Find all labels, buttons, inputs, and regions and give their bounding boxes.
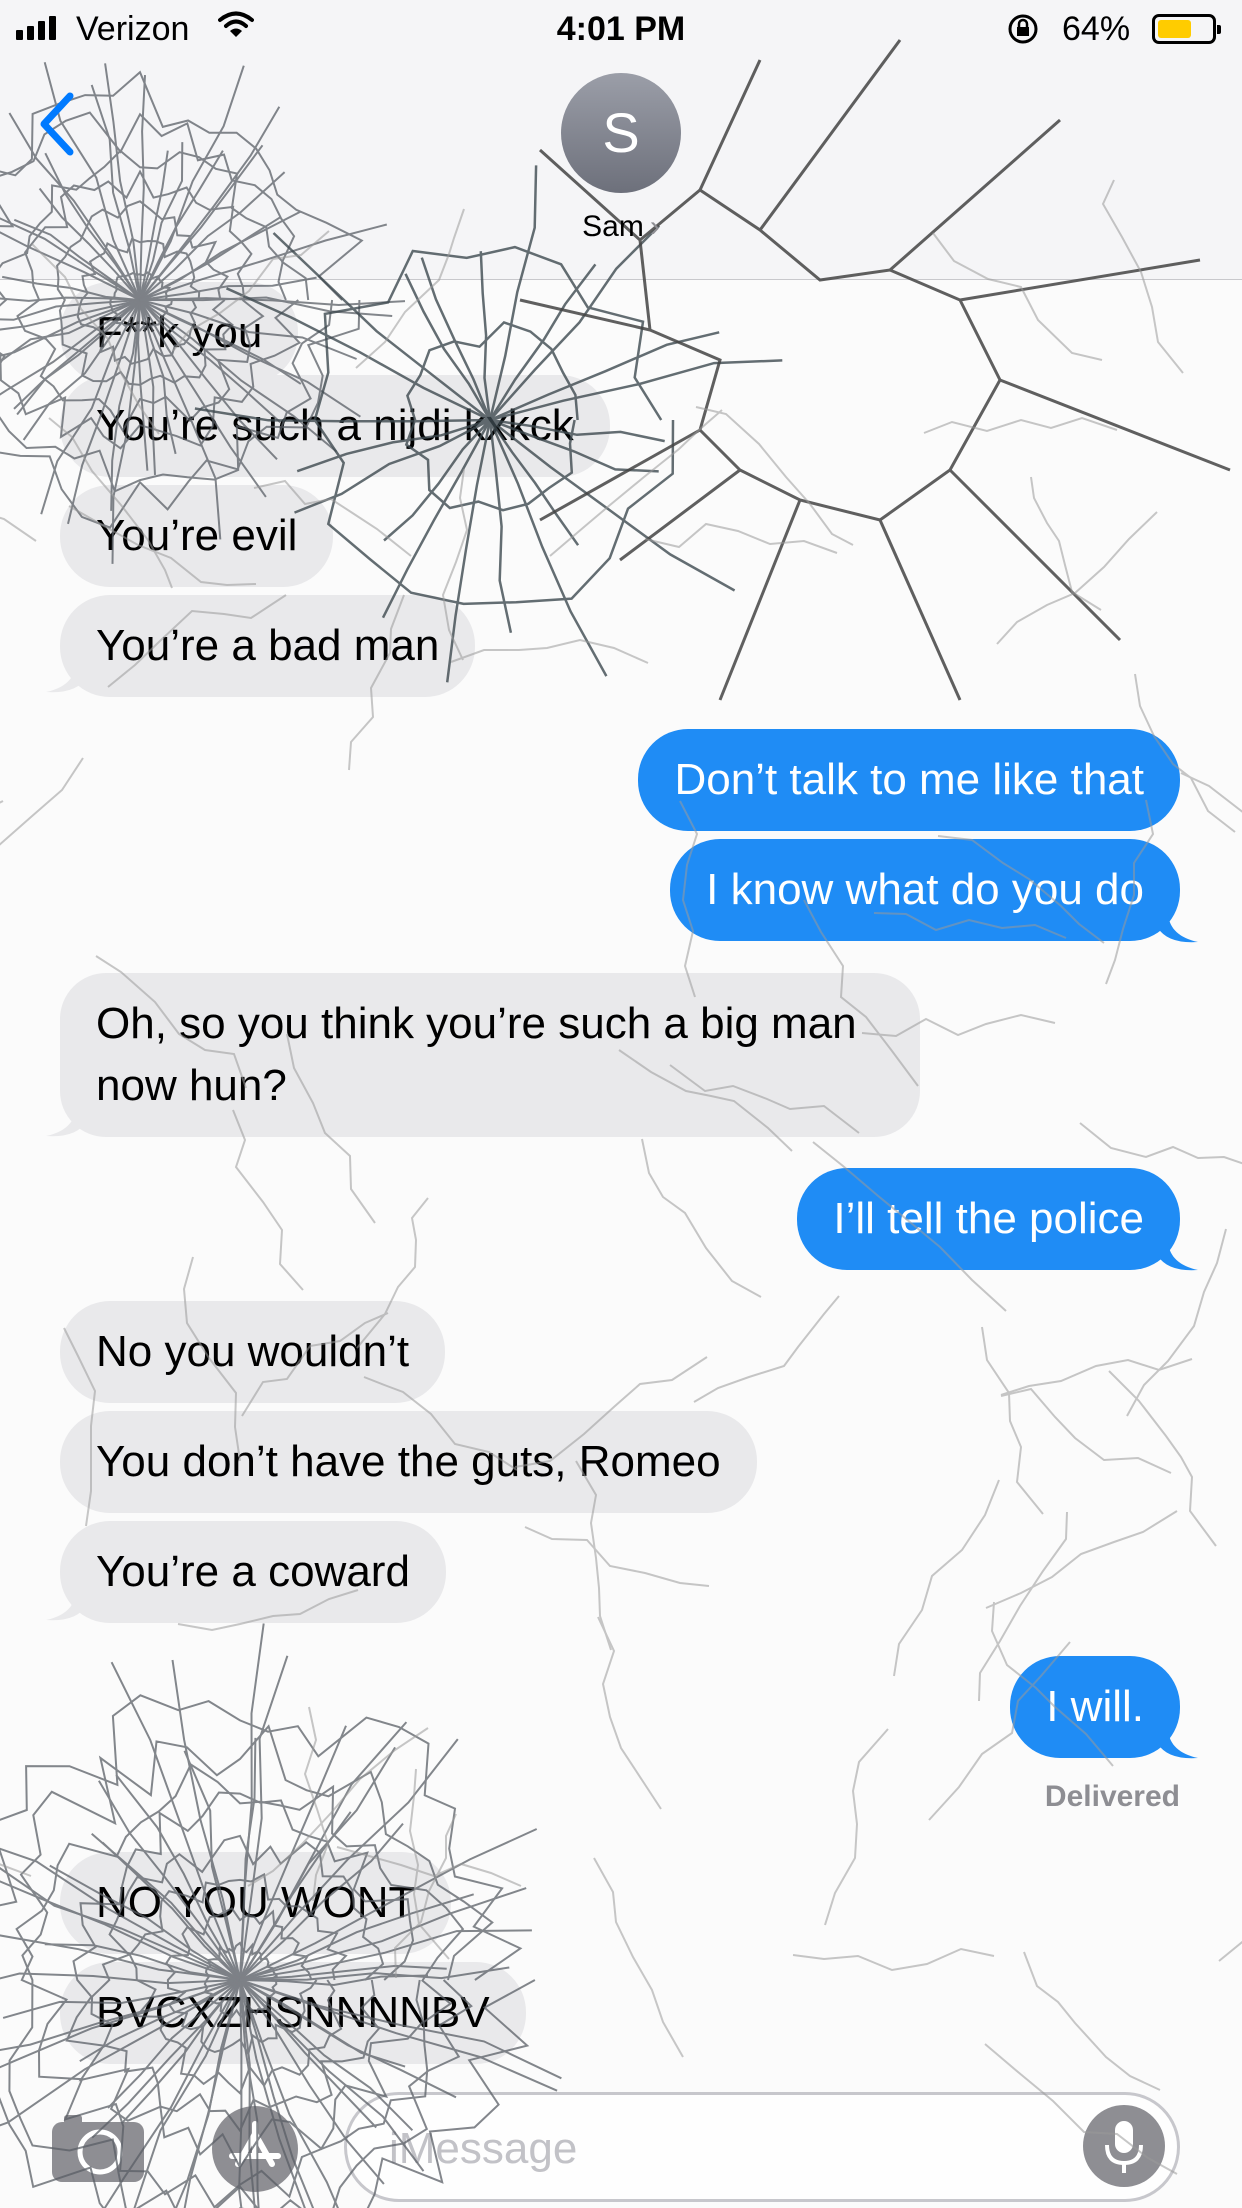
bubble-tail (46, 664, 86, 693)
battery-percentage: 64% (1062, 10, 1131, 48)
message-bubble-outgoing[interactable]: Don’t talk to me like that (638, 729, 1180, 831)
message-bubble-incoming[interactable]: Oh, so you think you’re such a big man n… (60, 973, 920, 1137)
message-bubble-outgoing[interactable]: I know what do you do (670, 839, 1180, 941)
bubble-tail (1158, 914, 1198, 943)
orientation-lock-icon (1008, 14, 1038, 44)
message-bubble-incoming[interactable]: You’re a bad man (60, 595, 476, 697)
status-bar: Verizon 4:01 PM 64% (0, 0, 1242, 60)
back-chevron-icon[interactable] (30, 84, 90, 164)
message-input-field[interactable] (344, 2092, 1180, 2202)
message-bubble-incoming[interactable]: You’re a coward (60, 1521, 446, 1623)
bubble-tail (1158, 1242, 1198, 1271)
clock: 4:01 PM (556, 10, 686, 48)
message-bubble-incoming[interactable]: You don’t have the guts, Romeo (60, 1411, 757, 1513)
contact-name-button[interactable]: Sam › (0, 210, 1242, 244)
chevron-right-icon: › (649, 210, 660, 243)
microphone-button[interactable] (1083, 2105, 1165, 2187)
bubble-tail (46, 1592, 86, 1621)
microphone-icon (1105, 2121, 1143, 2173)
contact-avatar[interactable]: S (561, 73, 681, 193)
message-bubble-incoming[interactable]: No you wouldn’t (60, 1301, 446, 1403)
battery-icon (1152, 14, 1221, 44)
battery-level-fill (1158, 20, 1192, 38)
message-bubble-incoming[interactable]: You’re evil (60, 485, 334, 587)
contact-name: Sam (582, 210, 644, 243)
message-input[interactable] (387, 2113, 1031, 2185)
message-bubble-incoming[interactable]: BVCXZHSNNNNBV (60, 1962, 526, 2064)
message-bubble-outgoing[interactable]: I’ll tell the police (797, 1168, 1180, 1270)
bubble-tail (46, 1108, 86, 1137)
message-bubble-incoming[interactable]: F**k you (60, 282, 299, 384)
message-bubble-outgoing[interactable]: I will. (1010, 1656, 1180, 1758)
bubble-tail (1158, 1730, 1198, 1759)
delivered-status: Delivered (1044, 1780, 1180, 1813)
message-bubble-incoming[interactable]: You’re such a nijdi kxkck (60, 375, 610, 477)
message-bubble-incoming[interactable]: NO YOU WONT (60, 1852, 452, 1954)
camera-icon[interactable] (50, 2112, 146, 2184)
app-store-icon[interactable] (210, 2104, 300, 2194)
message-thread: F**k you You’re such a nijdi kxkck You’r… (0, 0, 1242, 2208)
